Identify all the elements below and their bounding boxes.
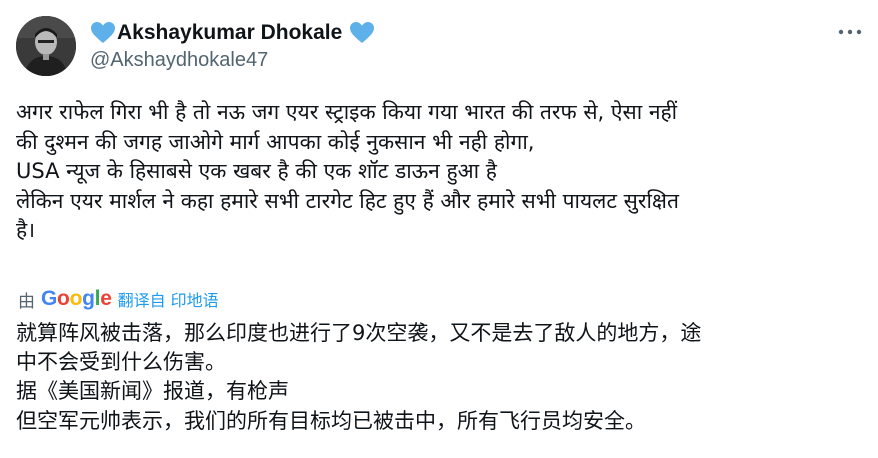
google-logo-letter: e [100,287,112,310]
tweet-card: Akshaykumar Dhokale @Akshaydhokale47 अगर… [0,0,878,458]
tweet-text: अगर राफेल गिरा भी है तो नऊ जग एयर स्ट्रा… [16,98,862,246]
author-name-row[interactable]: Akshaykumar Dhokale [89,18,376,48]
blue-heart-icon [89,20,117,46]
tweet-text-line: USA न्यूज के हिसाबसे एक खबर है की एक शॉट… [16,159,497,183]
tweet-text-line: है। [16,218,36,242]
translated-text-line: 中不会受到什么伤害。 [16,350,226,375]
blue-heart-icon [348,20,376,46]
tweet-text-line: अगर राफेल गिरा भी है तो नऊ जग एयर स्ट्रा… [16,100,678,124]
google-logo-letter: o [69,287,83,310]
google-logo-letter: G [41,287,58,310]
translated-text-line: 但空军元帅表示，我们的所有目标均已被击中，所有飞行员均安全。 [16,408,646,433]
tweet-text-line: लेकिन एयर मार्शल ने कहा हमारे सभी टारगेट… [16,188,679,213]
google-logo-letter: o [57,287,70,310]
translation-source-link[interactable]: 翻译自 印地语 [118,287,219,311]
user-handle[interactable]: @Akshaydhokale47 [90,49,268,72]
translated-by-label: 由 [18,291,35,312]
display-name[interactable]: Akshaykumar Dhokale [117,21,342,45]
more-options-button[interactable] [836,22,864,42]
more-horizontal-icon [838,29,862,35]
translation-attribution: 由 Google 翻译自 印地语 [18,284,219,314]
translated-text-line: 就算阵风被击落，那么印度也进行了9次空袭，又不是去了敌人的地方，途 [16,321,702,345]
google-logo-letter: g [82,287,95,310]
avatar[interactable] [16,16,76,76]
avatar-photo [16,16,76,76]
translated-text-line: 据《美国新闻》报道，有枪声 [16,379,289,404]
translated-text: 就算阵风被击落，那么印度也进行了9次空袭，又不是去了敌人的地方，途 中不会受到什… [16,319,862,436]
google-logo: Google [41,287,112,311]
tweet-text-line: की दुश्मन की जगह जाओगे मार्ग आपका कोई नु… [16,129,535,154]
